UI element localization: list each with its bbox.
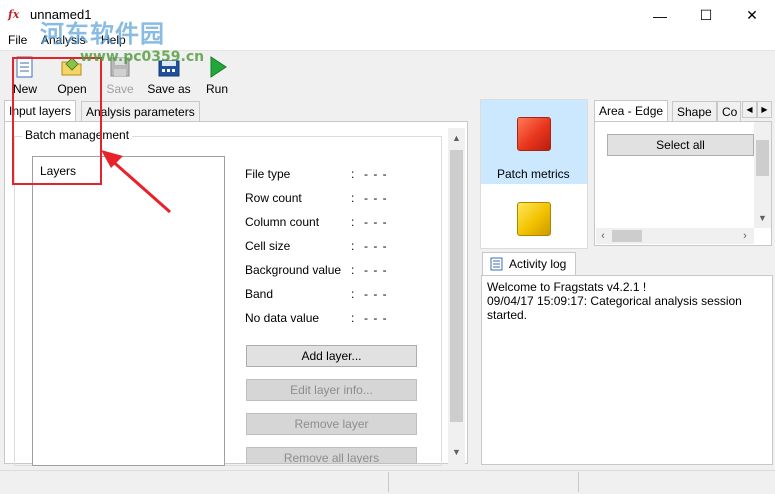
- file-type-value: - - -: [364, 167, 388, 181]
- band-label: Band: [245, 287, 274, 301]
- add-layer-button[interactable]: Add layer...: [246, 345, 417, 367]
- patch-metrics-icon: [517, 117, 551, 151]
- status-divider: [388, 472, 389, 492]
- info-colon: :: [351, 191, 355, 205]
- activity-log-text: Welcome to Fragstats v4.2.1 ! 09/04/17 1…: [487, 280, 742, 322]
- log-document-icon: [490, 257, 503, 274]
- column-count-label: Column count: [245, 215, 320, 229]
- scroll-up-arrow-icon[interactable]: ▲: [448, 130, 465, 147]
- run-play-icon: [205, 55, 229, 79]
- tab-area-edge[interactable]: Area - Edge: [594, 100, 669, 122]
- left-vertical-scrollbar[interactable]: ▲ ▼: [448, 128, 465, 464]
- row-count-value: - - -: [364, 191, 388, 205]
- file-type-label: File type: [245, 167, 291, 181]
- scrollbar-thumb[interactable]: [756, 140, 769, 176]
- class-metrics-icon[interactable]: [517, 202, 551, 236]
- activity-log-label: Activity log: [509, 257, 567, 271]
- save-label: Save: [106, 82, 134, 96]
- right-vertical-scrollbar[interactable]: ▼: [754, 122, 771, 228]
- tab-activity-log[interactable]: Activity log: [482, 252, 576, 275]
- info-colon: :: [351, 263, 355, 277]
- cell-size-value: - - -: [364, 239, 388, 253]
- tab-shape[interactable]: Shape: [672, 101, 717, 122]
- close-button[interactable]: ✕: [729, 0, 775, 31]
- scroll-right-arrow-icon[interactable]: ›: [738, 228, 752, 244]
- patch-metrics-label: Patch metrics: [497, 167, 570, 181]
- scrollbar-thumb[interactable]: [450, 150, 463, 422]
- column-count-value: - - -: [364, 215, 388, 229]
- remove-all-layers-button[interactable]: Remove all layers: [246, 447, 417, 464]
- info-colon: :: [351, 167, 355, 181]
- tab-core[interactable]: Co: [717, 101, 741, 122]
- info-colon: :: [351, 287, 355, 301]
- watermark-logo: 河东软件园: [40, 19, 165, 48]
- menu-file[interactable]: File: [8, 33, 27, 47]
- background-value-label: Background value: [245, 263, 342, 277]
- maximize-button[interactable]: ☐: [683, 0, 729, 31]
- fragstats-icon: fx: [8, 8, 20, 21]
- background-value-value: - - -: [364, 263, 388, 277]
- info-colon: :: [351, 239, 355, 253]
- info-colon: :: [351, 311, 355, 325]
- tab-scroll-right-icon[interactable]: ▶: [757, 101, 772, 118]
- no-data-value-label: No data value: [245, 311, 320, 325]
- scroll-left-arrow-icon[interactable]: ‹: [596, 228, 610, 244]
- minimize-button[interactable]: —: [637, 0, 683, 31]
- watermark-url: www.pc0359.cn: [80, 49, 205, 65]
- no-data-value-value: - - -: [364, 311, 388, 325]
- edit-layer-info-button[interactable]: Edit layer info...: [246, 379, 417, 401]
- info-colon: :: [351, 215, 355, 229]
- run-label: Run: [205, 82, 228, 96]
- band-value: - - -: [364, 287, 388, 301]
- annotation-arrow-icon: [101, 150, 171, 214]
- select-all-button[interactable]: Select all: [607, 134, 754, 156]
- annotation-highlight-box: [12, 57, 102, 185]
- row-count-label: Row count: [245, 191, 302, 205]
- scroll-down-arrow-icon[interactable]: ▼: [754, 210, 771, 227]
- save-as-label: Save as: [147, 82, 191, 96]
- scroll-down-arrow-icon[interactable]: ▼: [448, 444, 465, 461]
- cell-size-label: Cell size: [245, 239, 291, 253]
- right-horizontal-scrollbar[interactable]: ‹ ›: [596, 228, 754, 244]
- remove-layer-button[interactable]: Remove layer: [246, 413, 417, 435]
- status-divider: [578, 472, 579, 492]
- tab-scroll-left-icon[interactable]: ◀: [742, 101, 757, 118]
- scrollbar-thumb[interactable]: [612, 230, 642, 242]
